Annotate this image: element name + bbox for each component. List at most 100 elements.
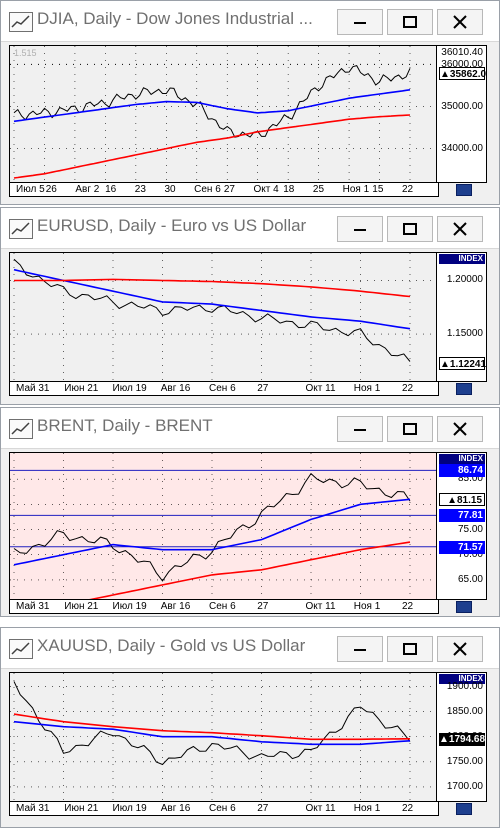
- time-axis: Май 31 Июн 21 Июл 19 Авг 16 Сен 6 27 Окт 11 Ноя…: [9, 802, 439, 816]
- close-icon: [453, 642, 467, 656]
- maximize-icon: [403, 423, 417, 435]
- x-tick-label: 22: [402, 601, 414, 612]
- price-chart[interactable]: [9, 672, 437, 802]
- minimize-button[interactable]: [337, 216, 383, 242]
- moving-average-blue-line: [13, 89, 411, 123]
- maximize-icon: [403, 223, 417, 235]
- chart-watermark: 1.515: [14, 48, 37, 58]
- x-tick-label: 25: [312, 184, 325, 195]
- x-tick-label: 27: [257, 803, 269, 814]
- x-tick-label: Сен 6: [209, 803, 236, 814]
- time-axis: Май 31 Июн 21 Июл 19 Авг 16 Сен 6 27 Окт 11 Ноя…: [9, 382, 439, 396]
- minimize-button[interactable]: [337, 9, 383, 35]
- price-chart[interactable]: 1.515: [9, 45, 437, 183]
- maximize-button[interactable]: [387, 216, 433, 242]
- x-tick-label: 26: [45, 184, 57, 195]
- level-price-badge: 71.57: [439, 540, 485, 554]
- moving-average-red-line: [13, 114, 411, 179]
- y-tick-label: 1900.00: [446, 680, 483, 692]
- price-chart[interactable]: [9, 252, 437, 382]
- chart-window-xauusd[interactable]: XAUUSD, Daily - Gold vs US Dollar INDEX 1…: [0, 627, 500, 828]
- window-titlebar[interactable]: EURUSD, Daily - Euro vs US Dollar: [1, 208, 499, 249]
- x-tick-label: Сен 6: [194, 184, 221, 195]
- price-scale: INDEX85.0080.0075.0070.0065.0086.7477.81…: [437, 452, 487, 600]
- close-button[interactable]: [437, 636, 483, 662]
- y-tick-label: 35000.00: [441, 100, 483, 112]
- x-tick-label: Сен 6: [209, 383, 236, 394]
- chart-canvas: [10, 453, 436, 599]
- x-tick-label: Июл 19: [112, 383, 147, 394]
- x-tick-label: 22: [402, 383, 414, 394]
- x-tick-label: Окт 11: [305, 601, 336, 612]
- x-tick-label: 22: [402, 184, 414, 195]
- x-tick-label: 22: [402, 803, 414, 814]
- close-button[interactable]: [437, 216, 483, 242]
- price-scale: INDEX1900.001850.001800.001750.001700.00…: [437, 672, 487, 802]
- maximize-button[interactable]: [387, 636, 433, 662]
- scroll-to-end-button[interactable]: [456, 601, 472, 613]
- x-tick-label: 27: [223, 184, 235, 195]
- x-tick-label: Авг 16: [160, 383, 191, 394]
- window-titlebar[interactable]: XAUUSD, Daily - Gold vs US Dollar: [1, 628, 499, 669]
- minimize-button[interactable]: [337, 636, 383, 662]
- window-titlebar[interactable]: DJIA, Daily - Dow Jones Industrial ...: [1, 1, 499, 42]
- scroll-to-end-button[interactable]: [456, 803, 472, 815]
- maximize-icon: [403, 643, 417, 655]
- x-tick-label: Май 31: [16, 383, 50, 394]
- x-tick-label: Окт 11: [305, 383, 336, 394]
- x-tick-label: Июн 21: [64, 383, 99, 394]
- window-title: XAUUSD, Daily - Gold vs US Dollar: [37, 636, 306, 655]
- current-price-label: ▲35862.00: [439, 67, 487, 80]
- y-tick-label: 1750.00: [446, 755, 483, 767]
- x-tick-label: Окт 4: [253, 184, 279, 195]
- y-tick-label: 65.00: [457, 573, 483, 585]
- x-tick-label: Ноя 1: [353, 383, 381, 394]
- x-tick-label: 27: [257, 601, 269, 612]
- maximize-button[interactable]: [387, 9, 433, 35]
- y-tick-label: 34000.00: [441, 142, 483, 154]
- price-scale: INDEX 1.20000 1.15000 ▲1.12241: [437, 252, 487, 382]
- x-tick-label: Ноя 1: [353, 601, 381, 612]
- y-tick-label: 1700.00: [446, 780, 483, 792]
- window-title: BRENT, Daily - BRENT: [37, 416, 213, 435]
- scroll-to-end-button[interactable]: [456, 184, 472, 196]
- x-tick-label: 16: [105, 184, 117, 195]
- chart-window-djia[interactable]: DJIA, Daily - Dow Jones Industrial ... 1…: [0, 0, 500, 205]
- y-tick-label: 1.20000: [446, 274, 483, 286]
- price-chart[interactable]: [9, 452, 437, 600]
- chart-window-brent[interactable]: BRENT, Daily - BRENT INDEX85.0080.0075.0…: [0, 407, 500, 617]
- x-tick-label: 18: [283, 184, 295, 195]
- index-label: INDEX: [439, 254, 485, 264]
- close-button[interactable]: [437, 416, 483, 442]
- close-button[interactable]: [437, 9, 483, 35]
- window-titlebar[interactable]: BRENT, Daily - BRENT: [1, 408, 499, 449]
- y-tick-label: 1.15000: [446, 328, 483, 340]
- close-icon: [453, 222, 467, 236]
- x-tick-label: Июн 21: [64, 803, 99, 814]
- maximize-button[interactable]: [387, 416, 433, 442]
- x-tick-label: Авг 16: [160, 601, 191, 612]
- minimize-button[interactable]: [337, 416, 383, 442]
- x-tick-label: Сен 6: [209, 601, 236, 612]
- chart-app-icon: [9, 419, 33, 439]
- x-tick-label: 15: [372, 184, 384, 195]
- x-tick-label: Ноя 1: [342, 184, 370, 195]
- y-tick-label: 75.00: [457, 523, 483, 535]
- scroll-to-end-button[interactable]: [456, 383, 472, 395]
- window-title: DJIA, Daily - Dow Jones Industrial ...: [37, 9, 313, 28]
- chart-window-eurusd[interactable]: EURUSD, Daily - Euro vs US Dollar INDEX 1…: [0, 207, 500, 405]
- chart-canvas: [10, 46, 436, 182]
- chart-canvas: [10, 673, 436, 801]
- x-tick-label: Авг 2: [75, 184, 100, 195]
- y-tick-label: 1850.00: [446, 705, 483, 717]
- moving-average-blue-line: [13, 268, 411, 330]
- level-price-badge: 86.74: [439, 464, 485, 478]
- current-price-label: ▲1.12241: [439, 357, 487, 371]
- x-tick-label: Ноя 1: [353, 803, 381, 814]
- x-tick-label: Июл 19: [112, 803, 147, 814]
- level-price-badge: 77.81: [439, 509, 485, 523]
- index-label: INDEX: [439, 454, 485, 464]
- x-tick-label: 30: [164, 184, 176, 195]
- x-tick-label: 23: [134, 184, 146, 195]
- current-price-label: ▲81.15: [439, 493, 485, 507]
